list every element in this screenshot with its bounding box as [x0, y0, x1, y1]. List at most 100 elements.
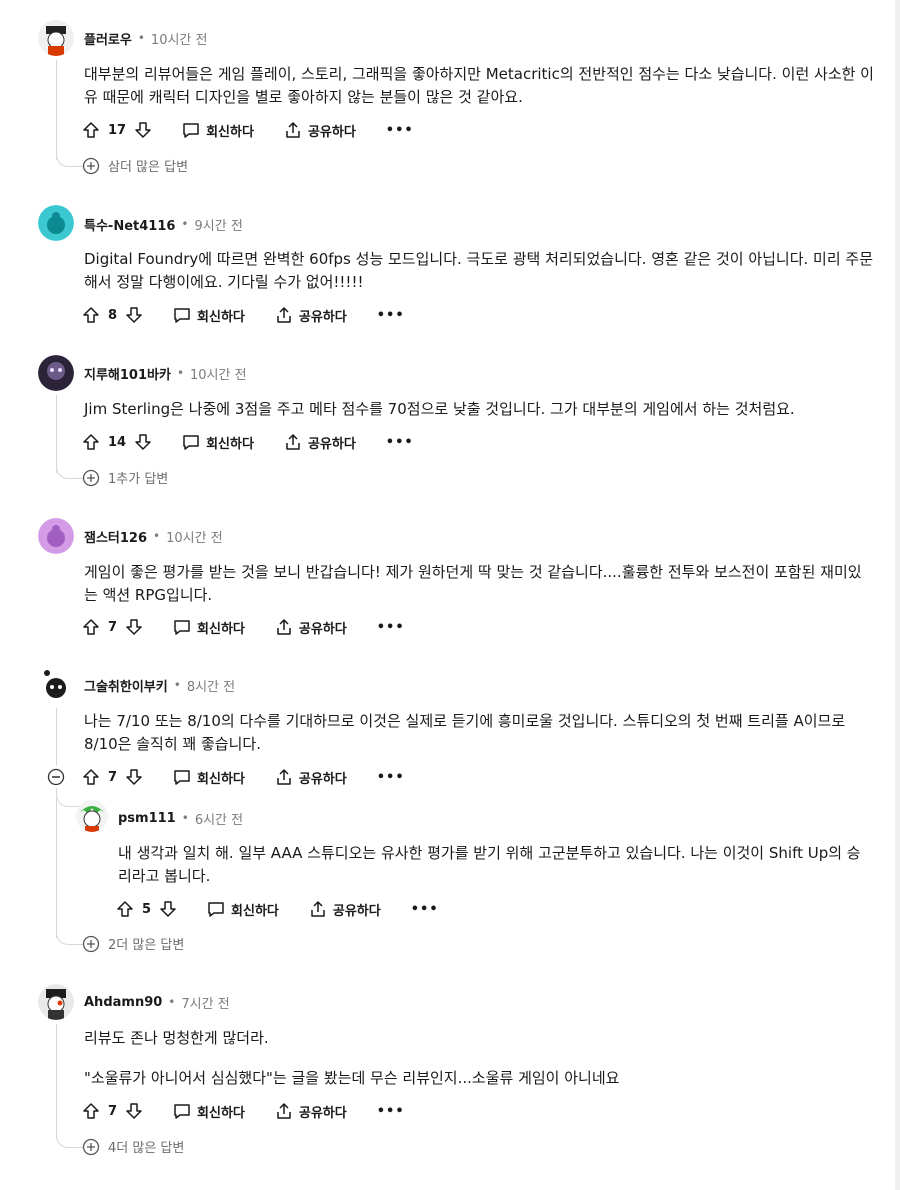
share-icon [277, 307, 291, 323]
author-name[interactable]: 플러로우 [84, 29, 132, 48]
avatar[interactable] [38, 984, 74, 1020]
more-options-button[interactable]: ••• [377, 308, 405, 323]
avatar[interactable] [38, 355, 74, 391]
arrow-up-icon[interactable] [82, 618, 100, 636]
timestamp[interactable]: 10시간 전 [166, 527, 223, 546]
thread-branch [56, 150, 83, 167]
arrow-down-icon[interactable] [125, 306, 143, 324]
timestamp[interactable]: 10시간 전 [151, 29, 208, 48]
more-options-button[interactable]: ••• [386, 435, 414, 450]
share-button[interactable]: 공유하다 [275, 618, 347, 637]
share-button[interactable]: 공유하다 [309, 900, 381, 919]
share-button[interactable]: 공유하다 [275, 768, 347, 787]
vote-count: 7 [108, 619, 118, 635]
avatar[interactable] [38, 518, 74, 554]
arrow-down-icon[interactable] [134, 433, 152, 451]
more-replies-label: 삼더 많은 답변 [108, 160, 189, 175]
speech-bubble-icon [174, 620, 190, 635]
separator-dot: • [137, 31, 145, 45]
reply-button[interactable]: 회신하다 [207, 900, 279, 919]
comment-text: 내 생각과 일치 해. 일부 AAA 스튜디오는 유사한 평가를 받기 위해 고… [118, 844, 861, 885]
vote-count: 7 [108, 1103, 118, 1119]
author-name[interactable]: 잼스터126 [84, 527, 147, 546]
thread-line[interactable] [56, 708, 57, 766]
more-replies-button[interactable]: 1추가 답변 [82, 468, 168, 487]
more-options-button[interactable]: ••• [377, 770, 405, 785]
separator-dot: • [173, 678, 181, 692]
more-options-button[interactable]: ••• [377, 1104, 405, 1119]
more-replies-button[interactable]: 2더 많은 답변 [82, 934, 184, 953]
arrow-up-icon[interactable] [82, 768, 100, 786]
arrow-down-icon[interactable] [159, 900, 177, 918]
avatar[interactable] [38, 205, 74, 241]
share-label: 공유하다 [307, 436, 356, 452]
more-replies-label: 4더 많은 답변 [108, 1141, 185, 1156]
arrow-down-icon[interactable] [125, 1102, 143, 1120]
reply-label: 회신하다 [206, 124, 254, 140]
author-name[interactable]: 그술취한이부키 [84, 676, 168, 695]
comment-text: Digital Foundry에 따르면 완벽한 60fps 성능 모드입니다.… [84, 250, 874, 291]
reply-button[interactable]: 회신하다 [173, 618, 245, 637]
reply-button[interactable]: 회신하다 [173, 306, 245, 325]
author-name[interactable]: psm111 [118, 811, 176, 826]
share-button[interactable]: 공유하다 [284, 121, 356, 140]
thread-branch [56, 790, 79, 807]
separator-dot: • [153, 529, 161, 543]
timestamp[interactable]: 7시간 전 [181, 993, 229, 1012]
reply-label: 회신하다 [206, 436, 254, 452]
comment-body: 리뷰도 존나 멍청한게 많더라. "소울류가 아니어서 심심했다"는 글을 봤는… [84, 1027, 874, 1090]
timestamp[interactable]: 10시간 전 [190, 364, 247, 383]
reply-button[interactable]: 회신하다 [182, 121, 254, 140]
more-options-button[interactable]: ••• [411, 902, 439, 917]
thread-line[interactable] [56, 1024, 57, 1136]
speech-bubble-icon [208, 902, 224, 917]
comment-body: 나는 7/10 또는 8/10의 다수를 기대하므로 이것은 실제로 듣기에 흥… [84, 710, 874, 756]
arrow-down-icon[interactable] [125, 768, 143, 786]
share-button[interactable]: 공유하다 [275, 1102, 347, 1121]
share-button[interactable]: 공유하다 [284, 433, 356, 452]
avatar[interactable] [38, 667, 74, 703]
arrow-up-icon[interactable] [82, 433, 100, 451]
reply-button[interactable]: 회신하다 [173, 768, 245, 787]
author-name[interactable]: 지루해101바카 [84, 364, 171, 383]
timestamp[interactable]: 6시간 전 [195, 809, 243, 828]
avatar[interactable] [76, 800, 108, 832]
arrow-down-icon[interactable] [125, 618, 143, 636]
arrow-up-icon[interactable] [116, 900, 134, 918]
arrow-up-icon[interactable] [82, 306, 100, 324]
share-button[interactable]: 공유하다 [275, 306, 347, 325]
more-options-button[interactable]: ••• [377, 620, 405, 635]
comment-body: Digital Foundry에 따르면 완벽한 60fps 성능 모드입니다.… [84, 248, 874, 294]
share-label: 공유하다 [298, 771, 347, 787]
more-options-button[interactable]: ••• [386, 123, 414, 138]
timestamp[interactable]: 8시간 전 [187, 676, 235, 695]
arrow-up-icon[interactable] [82, 121, 100, 139]
share-label: 공유하다 [307, 124, 356, 140]
author-name[interactable]: 특수-Net4116 [84, 215, 175, 234]
speech-bubble-icon [174, 1104, 190, 1119]
speech-bubble-icon [174, 308, 190, 323]
reply-button[interactable]: 회신하다 [182, 433, 254, 452]
share-icon [277, 619, 291, 635]
share-icon [277, 769, 291, 785]
thread-branch [56, 1131, 83, 1148]
thread-line[interactable] [56, 60, 57, 160]
author-name[interactable]: Ahdamn90 [84, 995, 162, 1010]
reply-label: 회신하다 [197, 771, 245, 787]
speech-bubble-icon [183, 123, 199, 138]
thread-branch [56, 928, 83, 945]
minus-circle-icon[interactable] [47, 768, 65, 786]
speech-bubble-icon [183, 435, 199, 450]
more-replies-button[interactable]: 4더 많은 답변 [82, 1137, 184, 1156]
timestamp[interactable]: 9시간 전 [195, 215, 243, 234]
thread-branch [56, 462, 83, 479]
reply-button[interactable]: 회신하다 [173, 1102, 245, 1121]
avatar[interactable] [38, 20, 74, 56]
vote-count: 14 [108, 434, 127, 450]
more-replies-button[interactable]: 삼더 많은 답변 [82, 156, 188, 175]
arrow-up-icon[interactable] [82, 1102, 100, 1120]
arrow-down-icon[interactable] [134, 121, 152, 139]
scrollbar[interactable] [895, 0, 900, 1190]
thread-line[interactable] [56, 788, 57, 938]
share-label: 공유하다 [298, 1105, 347, 1121]
